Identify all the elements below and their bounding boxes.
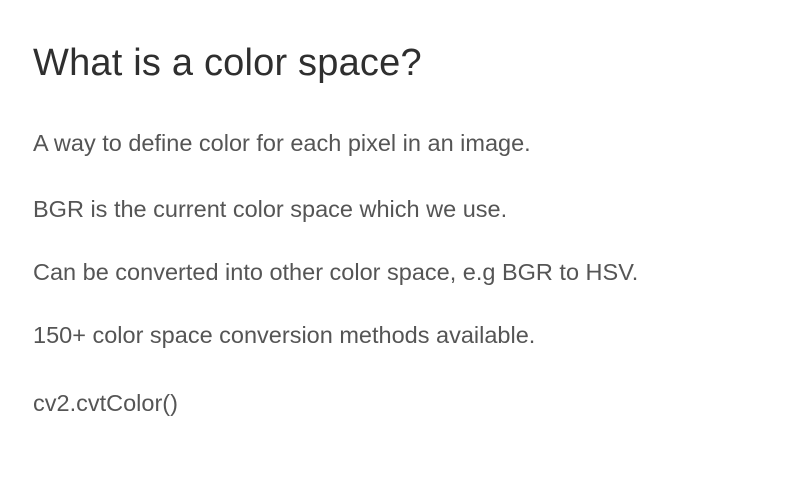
slide-title: What is a color space? — [33, 42, 422, 84]
slide-point: Can be converted into other color space,… — [33, 259, 639, 285]
slide-point: cv2.cvtColor() — [33, 390, 178, 416]
slide: What is a color space? A way to define c… — [0, 0, 796, 478]
slide-point: 150+ color space conversion methods avai… — [33, 322, 536, 348]
slide-point: BGR is the current color space which we … — [33, 196, 508, 222]
slide-point: A way to define color for each pixel in … — [33, 130, 531, 156]
